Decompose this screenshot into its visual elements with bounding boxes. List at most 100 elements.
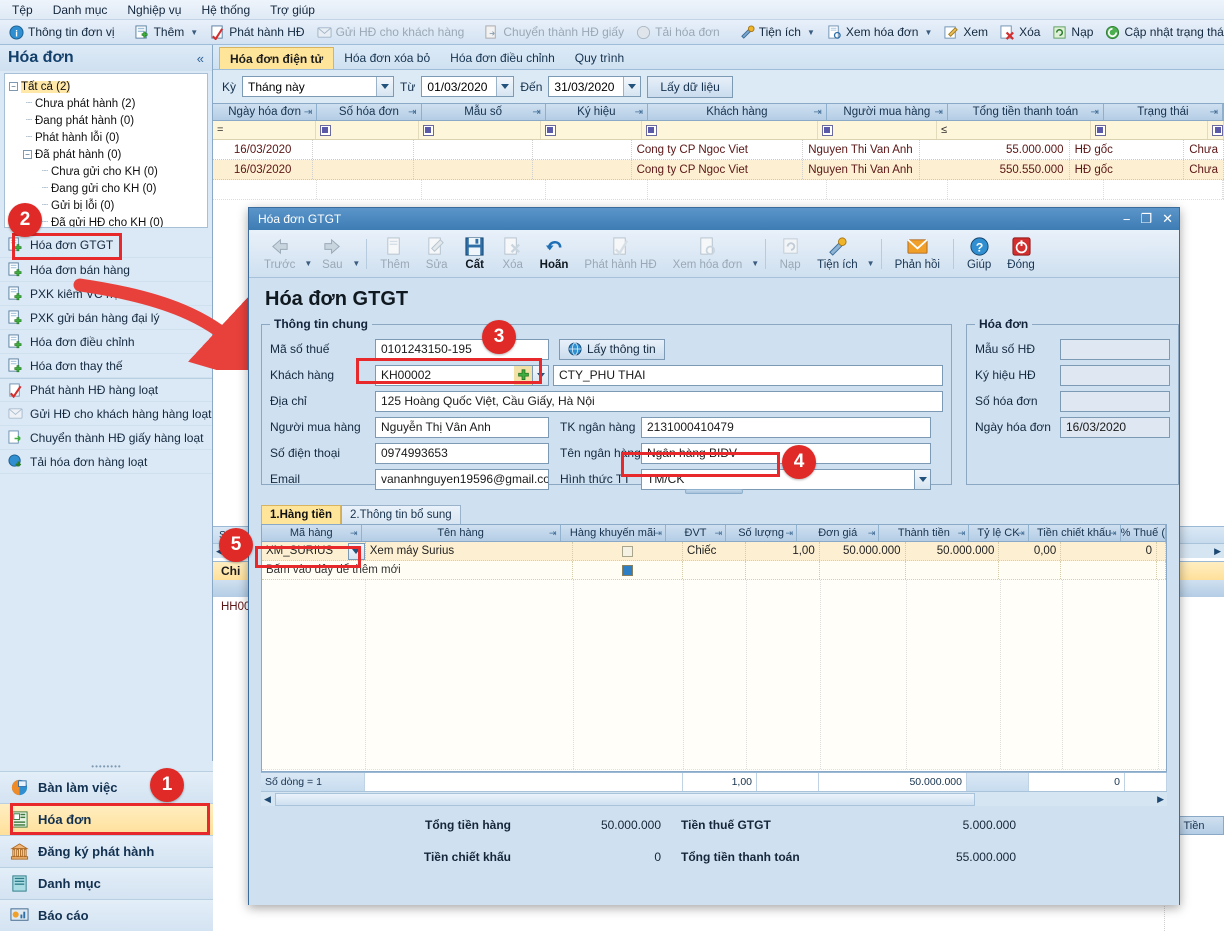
chevron-down-icon[interactable]: ▼ xyxy=(751,259,759,268)
ky-hieu-hd-input[interactable] xyxy=(1060,364,1170,386)
pin-icon[interactable]: ⇥ xyxy=(654,528,662,539)
bank-account-input[interactable]: 2131000410479 xyxy=(641,416,931,438)
tax-code-input[interactable]: 0101243150-195 xyxy=(375,338,549,360)
pin-icon[interactable]: ⇥ xyxy=(1090,107,1098,118)
customer-name-input[interactable]: CTY_PHU THAI xyxy=(553,364,943,386)
promo-checkbox[interactable] xyxy=(622,545,634,557)
period-input[interactable] xyxy=(243,77,377,96)
add-customer-icon[interactable] xyxy=(514,364,533,386)
tree-node-tat-ca[interactable]: − Tất cả (2) xyxy=(7,78,205,95)
chevron-down-icon[interactable]: ▼ xyxy=(352,259,360,268)
filter-box-icon[interactable] xyxy=(1094,124,1106,136)
toolbar-button-chuyen-thanh-hd-giay[interactable]: Chuyển thành HĐ giấy xyxy=(479,24,629,41)
tab-hoa-don-dien-tu[interactable]: Hóa đơn điện tử xyxy=(219,47,335,69)
phone-input[interactable]: 0974993653 xyxy=(375,442,549,464)
tab-hoa-don-dieu-chinh[interactable]: Hóa đơn điều chỉnh xyxy=(440,47,565,69)
pin-icon[interactable]: ⇥ xyxy=(868,528,876,539)
nav-item-dang-ky-phat-hanh[interactable]: Đăng ký phát hành xyxy=(0,835,213,867)
load-data-button[interactable]: Lấy dữ liệu xyxy=(647,75,733,98)
detail-tab-thong-tin-bo-sung[interactable]: 2.Thông tin bổ sung xyxy=(340,505,461,524)
customer-combo[interactable]: KH00002 xyxy=(375,364,549,386)
chevron-down-icon[interactable] xyxy=(376,77,394,96)
menu-item-danh-muc[interactable]: Danh mục xyxy=(51,2,110,18)
column-header-tong-tien-thanh-toan[interactable]: Tổng tiền thanh toán ⇥ xyxy=(948,104,1104,120)
detail-add-row[interactable]: Bấm vào đây để thêm mới xyxy=(262,561,1166,580)
pin-icon[interactable]: ⇥ xyxy=(1017,528,1025,539)
dialog-button-phan-hoi[interactable]: Phản hồi xyxy=(888,232,947,276)
column-header-so-hoa-don[interactable]: Số hóa đơn ⇥ xyxy=(317,104,422,120)
column-header-mau-so[interactable]: Mẫu số ⇥ xyxy=(422,104,546,120)
dialog-button-nap[interactable]: Nạp xyxy=(772,232,808,276)
detail-column-phan-tram-thue[interactable]: % Thuế ( xyxy=(1121,525,1166,541)
to-date-input[interactable] xyxy=(549,77,624,96)
toolbar-button-xem[interactable]: Xem xyxy=(939,24,993,41)
get-info-button[interactable]: Lấy thông tin xyxy=(559,338,665,360)
detail-horizontal-scrollbar[interactable]: ◀ ▶ xyxy=(261,791,1167,806)
buyer-input[interactable]: Nguyễn Thị Vân Anh xyxy=(375,416,549,438)
filter-cell-tong-tien[interactable]: ≤ xyxy=(937,121,1091,139)
filter-box-icon[interactable] xyxy=(821,124,833,136)
pin-icon[interactable]: ⇥ xyxy=(408,107,416,118)
pin-icon[interactable]: ⇥ xyxy=(549,528,557,539)
detail-column-ten-hang[interactable]: Tên hàng ⇥ xyxy=(362,525,561,541)
detail-column-dvt[interactable]: ĐVT ⇥ xyxy=(666,525,727,541)
filter-box-icon[interactable] xyxy=(1212,124,1223,136)
dialog-button-them[interactable]: Thêm xyxy=(373,232,416,276)
dialog-button-tien-ich[interactable]: Tiện ích xyxy=(810,232,864,276)
dialog-button-truoc[interactable]: Trước xyxy=(257,232,302,276)
column-header-nguoi-mua-hang[interactable]: Người mua hàng ⇥ xyxy=(827,104,948,120)
toolbar-button-tien-ich[interactable]: Tiện ích ▼ xyxy=(735,24,820,41)
filter-cell-ky-hieu[interactable] xyxy=(541,121,642,139)
dialog-button-phat-hanh-hd[interactable]: Phát hành HĐ xyxy=(577,232,663,276)
tree-node-dang-phat-hanh[interactable]: ┈ Đang phát hành (0) xyxy=(7,112,205,129)
filter-cell-mau-so[interactable] xyxy=(419,121,541,139)
pin-icon[interactable]: ⇥ xyxy=(715,528,723,539)
toolbar-button-xoa[interactable]: Xóa xyxy=(995,24,1045,41)
filter-cell-khach-hang[interactable] xyxy=(642,121,818,139)
pin-icon[interactable]: ⇥ xyxy=(958,528,966,539)
filter-box-icon[interactable] xyxy=(645,124,657,136)
to-date-picker[interactable] xyxy=(548,76,642,97)
tree-node-chua-phat-hanh[interactable]: ┈ Chưa phát hành (2) xyxy=(7,95,205,112)
dialog-button-sau[interactable]: Sau xyxy=(314,232,350,276)
table-row[interactable]: 16/03/2020 Cong ty CP Ngoc Viet Nguyen T… xyxy=(213,140,1224,160)
detail-column-don-gia[interactable]: Đơn giá ⇥ xyxy=(797,525,880,541)
pin-icon[interactable]: ⇥ xyxy=(935,107,943,118)
column-header-ngay-hoa-don[interactable]: Ngày hóa đơn ⇥ xyxy=(213,104,318,120)
close-icon[interactable]: ✕ xyxy=(1162,211,1173,227)
table-row[interactable]: 16/03/2020 Cong ty CP Ngoc Viet Nguyen T… xyxy=(213,160,1224,180)
dialog-splitter-grip[interactable] xyxy=(685,489,743,494)
detail-tab-hang-tien[interactable]: 1.Hàng tiền xyxy=(261,505,341,524)
address-input[interactable]: 125 Hoàng Quốc Việt, Cầu Giấy, Hà Nội xyxy=(375,390,943,412)
nav-item-bao-cao[interactable]: Báo cáo xyxy=(0,899,213,931)
toolbar-button-nap[interactable]: Nạp xyxy=(1047,24,1098,41)
tree-node-dang-gui-cho-kh[interactable]: ┈ Đang gửi cho KH (0) xyxy=(7,180,205,197)
filter-cell-nguoi-mua-hang[interactable] xyxy=(818,121,938,139)
detail-cell-hang-khuyen-mai[interactable] xyxy=(573,542,684,560)
column-header-trang-thai[interactable]: Trạng thái ⇥ xyxy=(1104,104,1224,120)
scroll-right-arrow-icon[interactable]: ▶ xyxy=(1214,546,1221,557)
filter-cell-extra[interactable] xyxy=(1208,121,1224,139)
chevron-down-icon[interactable]: ▼ xyxy=(867,259,875,268)
detail-column-thanh-tien[interactable]: Thành tiền ⇥ xyxy=(879,525,970,541)
nav-item-hoa-don[interactable]: Hóa đơn xyxy=(0,803,213,835)
sidebar-action-phat-hanh-hd-hang-loat[interactable]: Phát hành HĐ hàng loạt xyxy=(0,378,212,402)
dialog-title-bar[interactable]: Hóa đơn GTGT − ❐ ✕ xyxy=(249,208,1179,230)
detail-column-so-luong[interactable]: Số lượng ⇥ xyxy=(726,525,798,541)
pin-icon[interactable]: ⇥ xyxy=(304,107,312,118)
filter-box-icon[interactable] xyxy=(544,124,556,136)
pin-icon[interactable]: ⇥ xyxy=(635,107,643,118)
filter-cell-trang-thai[interactable] xyxy=(1091,121,1208,139)
column-header-ky-hieu[interactable]: Ký hiệu ⇥ xyxy=(546,104,648,120)
toolbar-button-gui-hd-cho-khach-hang[interactable]: Gửi HĐ cho khách hàng xyxy=(312,24,470,41)
toolbar-button-thong-tin-don-vi[interactable]: i Thông tin đơn vị xyxy=(4,24,120,41)
menu-item-tep[interactable]: Tệp xyxy=(10,2,35,18)
detail-column-tien-chiet-khau[interactable]: Tiền chiết khấu ⇥ xyxy=(1029,525,1121,541)
chevron-down-icon[interactable]: ▼ xyxy=(924,28,932,37)
nav-item-danh-muc[interactable]: Danh mục xyxy=(0,867,213,899)
chevron-down-icon[interactable] xyxy=(347,542,365,560)
period-select[interactable] xyxy=(242,76,395,97)
tab-quy-trinh[interactable]: Quy trình xyxy=(565,47,634,69)
tree-expander[interactable]: − xyxy=(9,82,18,91)
chevron-down-icon[interactable] xyxy=(532,364,549,386)
